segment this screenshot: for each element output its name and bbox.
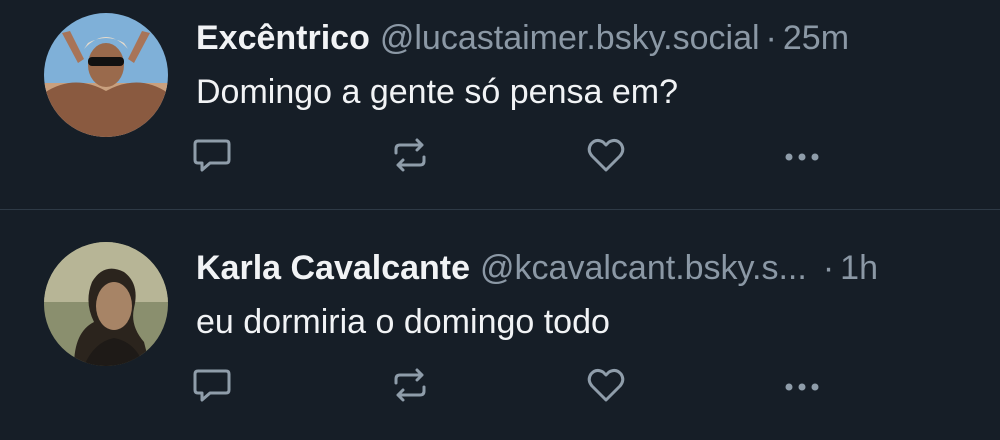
- avatar-image: [44, 13, 168, 137]
- author-handle[interactable]: @kcavalcant.bsky.s...: [480, 249, 807, 287]
- author-handle[interactable]: @lucastaimer.bsky.social: [380, 19, 760, 57]
- post-header: Karla Cavalcante @kcavalcant.bsky.s... · 1h: [196, 248, 878, 288]
- more-icon: [785, 383, 819, 391]
- repost-button[interactable]: [388, 365, 432, 405]
- post-text: eu dormiria o domingo todo: [196, 303, 610, 341]
- repost-button[interactable]: [388, 135, 432, 175]
- avatar[interactable]: [44, 242, 168, 366]
- heart-icon: [587, 368, 625, 402]
- reply-icon: [193, 139, 231, 172]
- author-name[interactable]: Karla Cavalcante: [196, 249, 470, 287]
- like-button[interactable]: [584, 365, 628, 405]
- post-item[interactable]: Karla Cavalcante @kcavalcant.bsky.s... · 1h…: [0, 210, 1000, 440]
- author-name[interactable]: Excêntrico: [196, 19, 370, 57]
- action-bar: [190, 135, 840, 175]
- action-bar: [190, 365, 840, 405]
- separator-dot: ·: [765, 19, 777, 57]
- separator-dot: ·: [822, 249, 835, 287]
- avatar[interactable]: [44, 13, 168, 137]
- reply-icon: [193, 369, 231, 402]
- repost-icon: [394, 368, 426, 402]
- like-button[interactable]: [584, 135, 628, 175]
- repost-icon: [394, 138, 426, 172]
- more-button[interactable]: [780, 135, 824, 175]
- post-time[interactable]: 25m: [783, 19, 849, 57]
- avatar-image: [44, 242, 168, 366]
- reply-button[interactable]: [190, 135, 234, 175]
- post-time[interactable]: 1h: [840, 249, 878, 287]
- heart-icon: [587, 138, 625, 172]
- reply-button[interactable]: [190, 365, 234, 405]
- post-item[interactable]: Excêntrico @lucastaimer.bsky.social · 25m D…: [0, 0, 1000, 210]
- post-text: Domingo a gente só pensa em?: [196, 73, 678, 111]
- more-button[interactable]: [780, 365, 824, 405]
- post-header: Excêntrico @lucastaimer.bsky.social · 25m: [196, 18, 849, 58]
- more-icon: [785, 153, 819, 161]
